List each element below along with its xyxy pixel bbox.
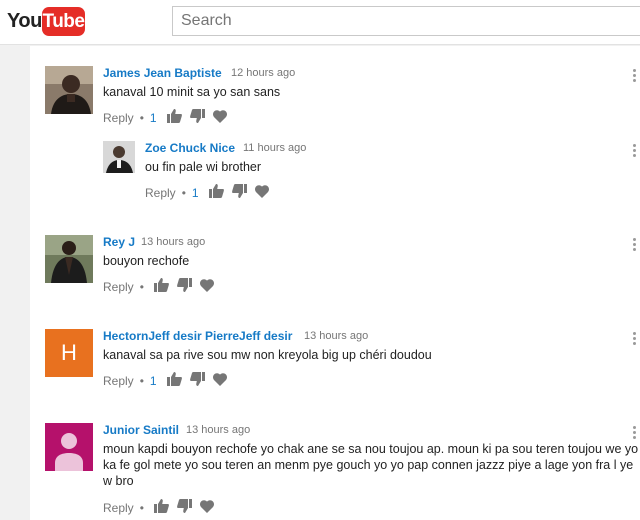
search-input[interactable]: [172, 6, 640, 36]
comment-text: moun kapdi bouyon rechofe yo chak ane se…: [103, 442, 639, 488]
avatar[interactable]: [45, 66, 93, 114]
author-name[interactable]: Zoe Chuck Nice: [145, 141, 235, 155]
comment-time[interactable]: 12 hours ago: [231, 67, 295, 79]
thumbs-down-icon[interactable]: [231, 184, 247, 201]
comment-thread: Rey J 13 hours ago bouyon rechofe Reply …: [45, 235, 640, 305]
reply-button[interactable]: Reply: [145, 186, 176, 200]
thumbs-down-icon[interactable]: [189, 109, 205, 126]
author-name[interactable]: James Jean Baptiste: [103, 66, 222, 80]
avatar[interactable]: [45, 423, 93, 471]
user-photo-icon: [45, 66, 93, 114]
heart-icon[interactable]: [199, 278, 214, 295]
reply-button[interactable]: Reply: [103, 501, 134, 515]
logo-you-text: You: [7, 10, 42, 32]
author-name[interactable]: HectornJeff desir PierreJeff desir: [103, 329, 292, 343]
masthead: You Tube: [0, 0, 640, 45]
thumbs-down-icon[interactable]: [176, 499, 192, 516]
like-count: 1: [149, 110, 157, 125]
heart-icon[interactable]: [199, 499, 214, 516]
more-options-icon[interactable]: [633, 426, 637, 440]
more-options-icon[interactable]: [633, 69, 637, 83]
thumbs-up-icon[interactable]: [153, 278, 169, 295]
comment-thread: Junior Saintil 13 hours ago moun kapdi b…: [45, 423, 640, 520]
comment-time[interactable]: 11 hours ago: [243, 142, 306, 154]
comment-time[interactable]: 13 hours ago: [304, 330, 368, 342]
comment-actions: Reply • 1: [145, 184, 277, 201]
thumbs-up-icon[interactable]: [153, 499, 169, 516]
thumbs-up-icon[interactable]: [166, 372, 182, 389]
default-user-icon: [55, 433, 83, 471]
thumbs-down-icon[interactable]: [176, 278, 192, 295]
more-options-icon[interactable]: [633, 238, 637, 252]
user-photo-icon: [45, 235, 93, 283]
like-count: 1: [191, 185, 199, 200]
user-photo-icon: [103, 141, 135, 173]
thumbs-up-icon[interactable]: [166, 109, 182, 126]
separator-dot: •: [139, 500, 144, 515]
more-options-icon[interactable]: [633, 332, 637, 346]
author-name[interactable]: Rey J: [103, 235, 135, 249]
comment-actions: Reply •: [103, 499, 222, 516]
comment-time[interactable]: 13 hours ago: [186, 424, 250, 436]
avatar-letter[interactable]: H: [45, 329, 93, 377]
author-name[interactable]: Junior Saintil: [103, 423, 179, 437]
comment-thread: James Jean Baptiste 12 hours ago kanaval…: [45, 66, 640, 136]
separator-dot: •: [139, 373, 144, 388]
comment-actions: Reply • 1: [103, 372, 235, 389]
thumbs-up-icon[interactable]: [208, 184, 224, 201]
comment-text: bouyon rechofe: [103, 254, 190, 268]
like-count: 1: [149, 373, 157, 388]
reply-button[interactable]: Reply: [103, 111, 134, 125]
thumbs-down-icon[interactable]: [189, 372, 205, 389]
more-options-icon[interactable]: [633, 144, 637, 158]
comment-reply: Zoe Chuck Nice 11 hours ago ou fin pale …: [103, 141, 640, 211]
separator-dot: •: [181, 185, 186, 200]
comment-thread: H HectornJeff desir PierreJeff desir 13 …: [45, 329, 640, 399]
avatar[interactable]: [45, 235, 93, 283]
logo-tube-text: Tube: [42, 7, 85, 36]
separator-dot: •: [139, 110, 144, 125]
heart-icon[interactable]: [254, 184, 269, 201]
comments-panel: James Jean Baptiste 12 hours ago kanaval…: [30, 46, 640, 520]
reply-button[interactable]: Reply: [103, 374, 134, 388]
comment-actions: Reply •: [103, 278, 222, 295]
separator-dot: •: [139, 279, 144, 294]
heart-icon[interactable]: [212, 109, 227, 126]
comment-text: kanaval 10 minit sa yo san sans: [103, 85, 281, 99]
reply-button[interactable]: Reply: [103, 280, 134, 294]
comment-actions: Reply • 1: [103, 109, 235, 126]
avatar[interactable]: [103, 141, 135, 173]
heart-icon[interactable]: [212, 372, 227, 389]
comment-text: kanaval sa pa rive sou mw non kreyola bi…: [103, 348, 432, 362]
comment-time[interactable]: 13 hours ago: [141, 236, 205, 248]
comment-text: ou fin pale wi brother: [145, 160, 262, 174]
